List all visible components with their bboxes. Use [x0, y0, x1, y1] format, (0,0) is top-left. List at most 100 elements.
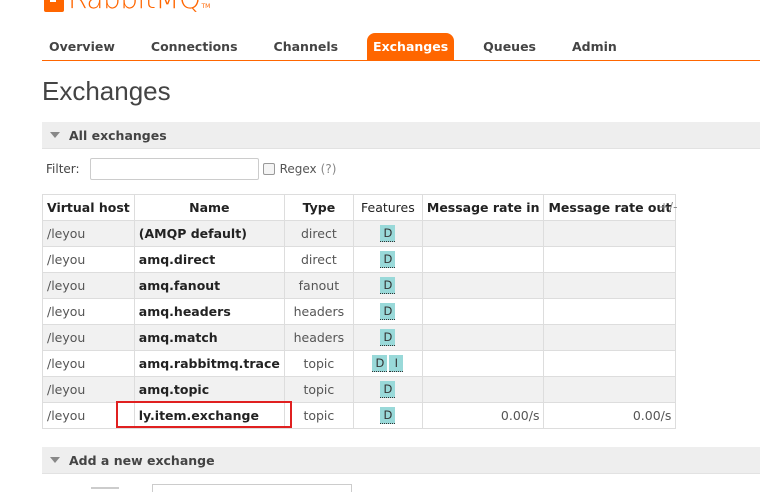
regex-checkbox[interactable] [262, 163, 275, 175]
add-exchange-section-toggle[interactable]: Add a new exchange [42, 447, 760, 473]
regex-help-link[interactable]: (?) [321, 162, 337, 176]
exchanges-table: Virtual host Name Type Features Message … [42, 194, 677, 429]
collapse-triangle-icon [50, 457, 60, 463]
durable-feature-badge[interactable]: D [380, 251, 396, 268]
collapse-triangle-icon [50, 132, 60, 138]
features-cell: D [352, 220, 423, 247]
tab-connections[interactable]: Connections [144, 33, 245, 60]
rate-in-cell [421, 324, 545, 351]
features-cell: D [352, 376, 423, 403]
filter-label: Filter: [46, 162, 80, 176]
rabbitmq-logo[interactable]: RabbitMQ TM [44, 0, 211, 13]
rate-in-cell [421, 220, 545, 247]
rabbit-logo-icon [44, 0, 64, 12]
rate-out-cell [543, 350, 677, 377]
exchange-name-link[interactable]: amq.headers [133, 298, 285, 325]
filter-row: Filter: Regex (?) [46, 157, 336, 181]
durable-feature-badge[interactable]: D [380, 329, 396, 346]
column-header-type[interactable]: Type [283, 194, 354, 221]
vhost-cell: /leyou [42, 350, 135, 377]
column-header-name[interactable]: Name [133, 194, 285, 221]
all-exchanges-section-label: All exchanges [69, 127, 167, 143]
rate-in-cell [421, 246, 545, 273]
section-divider [42, 473, 760, 474]
exchange-name-field-label [91, 487, 119, 489]
type-cell: fanout [283, 272, 354, 299]
durable-feature-badge[interactable]: D [380, 381, 396, 398]
features-cell: DI [352, 350, 423, 377]
rate-out-cell [543, 220, 677, 247]
filter-input[interactable] [89, 158, 259, 180]
internal-feature-badge[interactable]: I [389, 355, 404, 372]
rate-out-cell [543, 246, 677, 273]
rate-out-cell [543, 376, 677, 403]
type-cell: topic [283, 376, 354, 403]
durable-feature-badge[interactable]: D [380, 225, 396, 242]
exchange-name-link[interactable]: amq.rabbitmq.trace [133, 350, 285, 377]
rate-in-cell [421, 376, 545, 403]
rate-in-cell: 0.00/s [421, 402, 545, 429]
vhost-cell: /leyou [42, 272, 135, 299]
rate-in-cell [421, 298, 545, 325]
exchange-name-input[interactable] [152, 484, 352, 492]
table-row: /leyou amq.topic topic D [42, 376, 677, 403]
rate-out-cell [543, 298, 677, 325]
tab-exchanges[interactable]: Exchanges [367, 33, 455, 60]
durable-feature-badge[interactable]: D [372, 355, 388, 372]
type-cell: direct [283, 246, 354, 273]
tab-channels[interactable]: Channels [267, 33, 346, 60]
rate-out-cell: 0.00/s [543, 402, 677, 429]
regex-label: Regex [279, 162, 317, 176]
features-cell: D [352, 272, 423, 299]
table-row: /leyou amq.rabbitmq.trace topic DI [42, 350, 677, 377]
table-row: /leyou amq.direct direct D [42, 246, 677, 273]
rate-in-cell [421, 272, 545, 299]
logo-text: RabbitMQ [68, 0, 201, 13]
features-cell: D [352, 298, 423, 325]
add-exchange-section-label: Add a new exchange [69, 452, 215, 468]
vhost-cell: /leyou [42, 246, 135, 273]
column-header-message-rate-in[interactable]: Message rate in [421, 194, 545, 221]
logo-trademark: TM [201, 3, 211, 10]
durable-feature-badge[interactable]: D [380, 407, 396, 424]
section-divider [42, 148, 760, 149]
table-header-row: Virtual host Name Type Features Message … [42, 194, 677, 221]
rate-out-cell [543, 272, 677, 299]
column-toggle-button[interactable]: +/- [659, 200, 677, 214]
all-exchanges-section-toggle[interactable]: All exchanges [42, 122, 760, 148]
highlight-annotation-box [116, 401, 292, 428]
rate-out-cell [543, 324, 677, 351]
exchange-name-link[interactable]: amq.match [133, 324, 285, 351]
type-cell: topic [283, 350, 354, 377]
features-cell: D [352, 246, 423, 273]
durable-feature-badge[interactable]: D [380, 277, 396, 294]
exchange-name-link[interactable]: amq.topic [133, 376, 285, 403]
exchange-name-link[interactable]: (AMQP default) [133, 220, 285, 247]
table-row: /leyou amq.match headers D [42, 324, 677, 351]
column-header-virtual-host[interactable]: Virtual host [42, 194, 135, 221]
table-row: /leyou (AMQP default) direct D [42, 220, 677, 247]
exchange-name-link[interactable]: amq.direct [133, 246, 285, 273]
column-header-message-rate-out[interactable]: Message rate out [543, 194, 677, 221]
type-cell: headers [283, 298, 354, 325]
main-nav-tabs: Overview Connections Channels Exchanges … [42, 33, 760, 61]
type-cell: headers [283, 324, 354, 351]
type-cell: direct [283, 220, 354, 247]
tab-overview[interactable]: Overview [42, 33, 122, 60]
rate-in-cell [421, 350, 545, 377]
vhost-cell: /leyou [42, 324, 135, 351]
vhost-cell: /leyou [42, 376, 135, 403]
table-row: /leyou amq.fanout fanout D [42, 272, 677, 299]
column-header-features: Features [352, 194, 423, 221]
durable-feature-badge[interactable]: D [380, 303, 396, 320]
features-cell: D [352, 402, 423, 429]
vhost-cell: /leyou [42, 220, 135, 247]
vhost-cell: /leyou [42, 298, 135, 325]
exchange-name-link[interactable]: amq.fanout [133, 272, 285, 299]
tab-queues[interactable]: Queues [476, 33, 543, 60]
table-row: /leyou amq.headers headers D [42, 298, 677, 325]
features-cell: D [352, 324, 423, 351]
tab-admin[interactable]: Admin [565, 33, 624, 60]
page-title: Exchanges [42, 76, 171, 106]
type-cell: topic [283, 402, 354, 429]
